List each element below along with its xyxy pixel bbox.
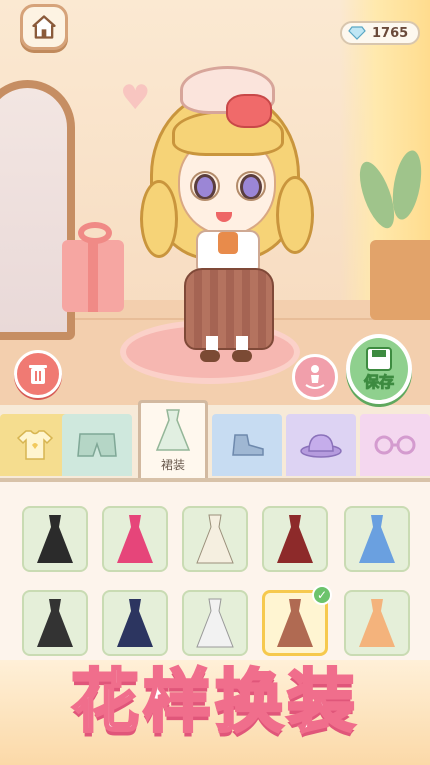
tab-dress-label: 裙装 [160,458,185,472]
hat-icon [300,434,342,458]
red-bow [226,94,272,128]
category-tabs: 裙装 [0,400,430,478]
pose-icon [305,365,325,389]
shoe [232,350,252,362]
coat-icon [277,515,313,563]
clear-outfit-button[interactable] [14,350,62,398]
gem-count: 1765 [372,25,409,41]
tab-glasses[interactable] [360,414,430,476]
shoe [200,350,220,362]
home-icon [32,15,56,39]
item-black-gothic-dress[interactable] [22,506,88,572]
save-label: 保存 [363,372,394,391]
dress-icon [196,514,234,564]
item-red-black-coat[interactable] [262,506,328,572]
glasses-icon [374,435,416,455]
gem-icon [348,26,366,40]
dress-icon [359,515,395,563]
home-button[interactable] [20,4,68,50]
shirt-icon [16,430,54,460]
dressup-character[interactable] [140,60,320,362]
pose-button[interactable] [292,354,338,400]
trash-icon [29,365,47,384]
tab-hats[interactable] [286,414,356,476]
tab-dress[interactable]: 裙装 [138,400,208,478]
floppy-disk-icon [366,346,392,371]
dress-icon [37,515,73,563]
tab-shoes[interactable] [212,414,282,476]
item-pink-black-dress[interactable] [102,506,168,572]
gem-counter: 1765 [340,21,420,45]
tab-pants[interactable] [62,414,132,476]
glasses [236,171,266,201]
shorts-icon [77,433,117,457]
shoe-icon [232,434,264,456]
save-button[interactable]: 保存 [346,334,412,404]
dress-icon [155,409,191,451]
item-white-jacket-skirt[interactable] [182,506,248,572]
dress-icon [117,515,153,563]
plant-pot [370,240,430,320]
gift-box [62,240,124,312]
plaid-skirt [184,268,274,350]
bow-tie [218,232,238,254]
game-screen: ♥ 1765 保存 裙装 ✓ 花样换装 [0,0,430,765]
selected-check-icon: ✓ [312,585,332,605]
promo-banner: 花样换装 [0,640,430,750]
tab-tops[interactable] [0,414,70,476]
banner-title: 花样换装 [69,661,359,743]
glasses [190,171,220,201]
item-blue-dress[interactable] [344,506,410,572]
